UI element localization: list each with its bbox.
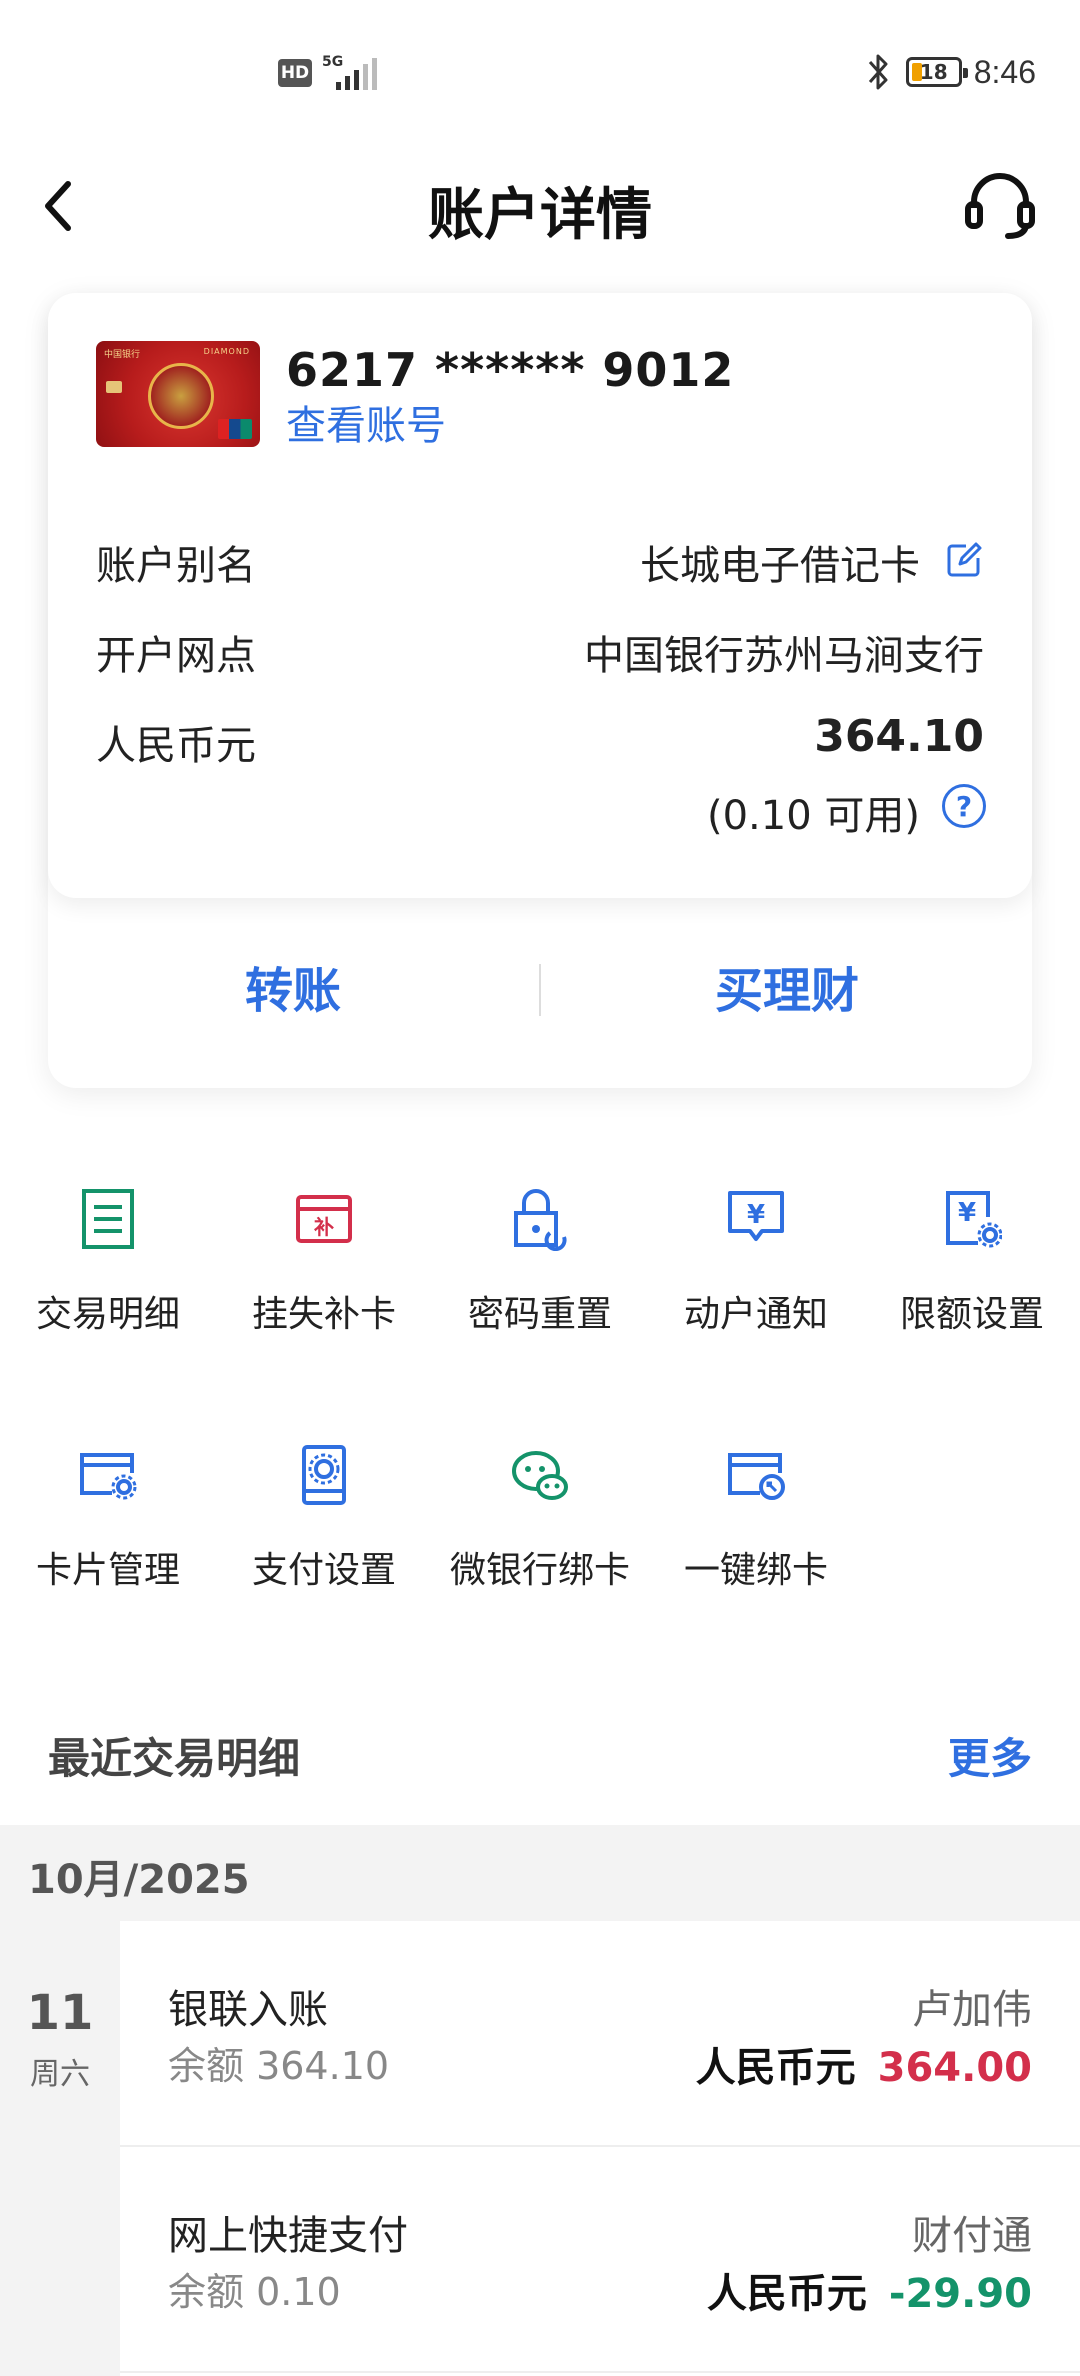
battery-icon: 18 (905, 57, 968, 87)
hd-badge: HD (278, 59, 312, 87)
service-label: 微银行绑卡 (449, 1550, 630, 1591)
more-transactions-link[interactable]: 更多 (948, 1725, 1032, 1786)
transaction-counterparty: 财付通 (912, 2213, 1032, 2259)
status-right: 18 8:46 (862, 52, 1036, 92)
customer-service-button[interactable] (958, 146, 1042, 266)
headset-icon (965, 173, 1035, 239)
cellular-signal-icon: 5G (322, 54, 380, 90)
transaction-amount: 364.00 (877, 2045, 1032, 2091)
unionpay-logo (218, 419, 252, 439)
battery-level: 18 (919, 60, 948, 84)
alias-value: 长城电子借记卡 (640, 543, 920, 589)
transaction-list: 银联入账 余额 364.10 卢加伟 人民币元 364.00 网上快捷支付 余额 … (120, 1921, 1080, 2376)
transaction-list-icon (82, 1189, 134, 1249)
buy-wealth-button[interactable]: 买理财 (542, 898, 1032, 1074)
bank-card-image: 中国银行 DIAMOND (96, 341, 260, 447)
wechat-bank-bind-icon (512, 1451, 568, 1500)
day-of-week: 周六 (30, 2057, 90, 2092)
card-management-icon (80, 1453, 137, 1500)
branch-value: 中国银行苏州马涧支行 (584, 633, 984, 679)
question-help-icon[interactable]: ? (942, 784, 986, 828)
transaction-balance: 余额 0.10 (168, 2270, 341, 2314)
month-header: 10月/2025 (0, 1825, 1080, 1921)
account-card: 中国银行 DIAMOND 6217 ****** 9012 查看账号 账户别名 … (48, 293, 1032, 1088)
date-column: 11 周六 (0, 1921, 120, 2376)
transaction-currency: 人民币元 (706, 2271, 867, 2317)
card-number: 6217 ****** 9012 (286, 343, 735, 397)
service-card-management[interactable]: 卡片管理 (0, 1443, 216, 1643)
service-label: 一键绑卡 (683, 1550, 828, 1591)
card-bank-logo: 中国银行 (104, 350, 141, 360)
service-report-loss[interactable]: 补 挂失补卡 (216, 1187, 432, 1387)
card-ornament (148, 363, 214, 429)
transaction-counterparty: 卢加伟 (912, 1987, 1032, 2033)
recent-transactions-title: 最近交易明细 (48, 1734, 301, 1783)
alias-label: 账户别名 (96, 543, 256, 589)
service-limit-settings[interactable]: ¥ 限额设置 (864, 1187, 1080, 1387)
available-balance: (0.10 可用) (707, 793, 920, 839)
service-label: 卡片管理 (35, 1550, 180, 1591)
card-actions: 转账 买理财 (48, 898, 1032, 1088)
account-notification-icon: ¥ (728, 1191, 784, 1241)
branch-label: 开户网点 (96, 633, 256, 679)
transaction-balance: 余额 364.10 (168, 2044, 390, 2088)
currency-label: 人民币元 (96, 723, 256, 769)
transaction-amount-row: 人民币元 -29.90 (707, 2261, 1032, 2319)
service-account-notification[interactable]: ¥ 动户通知 (648, 1187, 864, 1387)
service-wechat-bind[interactable]: 微银行绑卡 (432, 1443, 648, 1643)
svg-text:¥: ¥ (747, 1200, 765, 1230)
top-navigation-bar: 账户详情 (0, 130, 1080, 280)
card-chip (106, 381, 122, 393)
balance-value: 364.10 (814, 711, 984, 762)
page-title: 账户详情 (428, 183, 652, 248)
password-reset-icon (514, 1189, 567, 1251)
service-one-click-bind[interactable]: 一键绑卡 (648, 1443, 864, 1643)
status-bar: HD 5G 18 8:46 (0, 0, 1080, 130)
service-password-reset[interactable]: 密码重置 (432, 1187, 648, 1387)
one-click-bind-icon (728, 1453, 785, 1500)
service-label: 挂失补卡 (251, 1294, 396, 1335)
status-left: HD 5G (278, 54, 380, 90)
day-number: 11 (26, 1985, 94, 2041)
transaction-row[interactable]: 银联入账 余额 364.10 卢加伟 人民币元 364.00 (120, 1921, 1080, 2147)
account-info-panel: 中国银行 DIAMOND 6217 ****** 9012 查看账号 账户别名 … (48, 293, 1032, 898)
svg-text:¥: ¥ (958, 1198, 976, 1228)
transaction-currency: 人民币元 (695, 2045, 856, 2091)
payment-settings-icon (302, 1445, 346, 1505)
month-label: 10月/2025 (28, 1857, 250, 1903)
limit-settings-icon: ¥ (946, 1191, 1002, 1248)
service-label: 限额设置 (899, 1294, 1044, 1335)
transaction-title: 网上快捷支付 (168, 2213, 408, 2259)
service-label: 支付设置 (251, 1550, 396, 1591)
action-divider (539, 964, 541, 1016)
service-payment-settings[interactable]: 支付设置 (216, 1443, 432, 1643)
service-label: 动户通知 (683, 1294, 828, 1335)
service-transaction-details[interactable]: 交易明细 (0, 1187, 216, 1387)
card-edition-label: DIAMOND (203, 347, 250, 356)
transaction-row[interactable]: 网上快捷支付 余额 0.10 财付通 人民币元 -29.90 (120, 2147, 1080, 2373)
service-label: 密码重置 (467, 1294, 612, 1335)
transaction-title: 银联入账 (168, 1987, 328, 2033)
view-account-number-link[interactable]: 查看账号 (286, 393, 446, 451)
bluetooth-icon (868, 54, 888, 90)
edit-alias-icon[interactable] (944, 540, 984, 580)
transaction-amount-row: 人民币元 364.00 (696, 2035, 1032, 2093)
transaction-amount: -29.90 (888, 2271, 1032, 2317)
report-loss-card-icon: 补 (296, 1195, 352, 1243)
svg-text:补: 补 (313, 1215, 334, 1239)
transfer-button[interactable]: 转账 (48, 898, 538, 1074)
status-time: 8:46 (973, 53, 1036, 90)
service-label: 交易明细 (35, 1294, 180, 1335)
